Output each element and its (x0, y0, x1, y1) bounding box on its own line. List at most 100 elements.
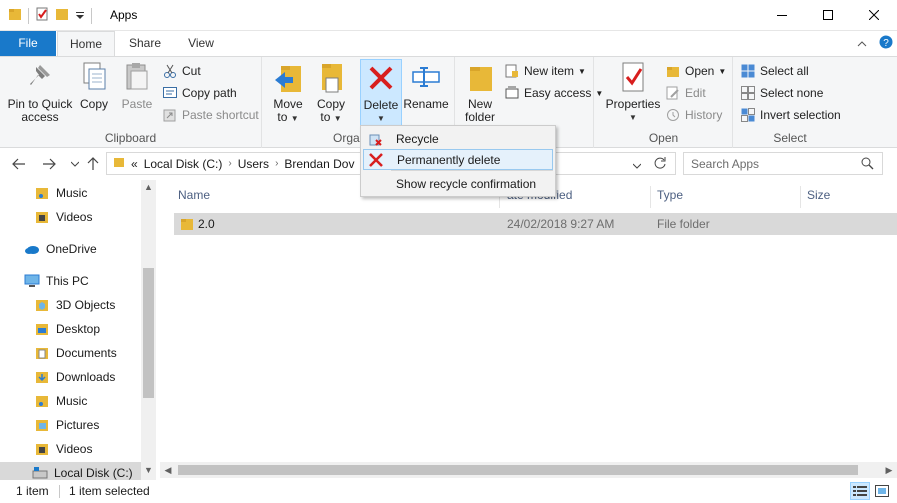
search-input[interactable]: Search Apps (683, 152, 883, 175)
menu-item-show-recycle-confirmation[interactable]: Show recycle confirmation (363, 173, 553, 194)
copy-icon (78, 59, 110, 95)
nav-item-this-pc[interactable]: This PC (24, 270, 89, 292)
rename-button[interactable]: Rename (403, 59, 449, 111)
nav-item-onedrive[interactable]: OneDrive (24, 238, 97, 260)
svg-text:?: ? (883, 38, 889, 49)
copy-to-icon (315, 59, 347, 95)
downloads-folder-icon (34, 369, 50, 385)
large-icons-view-icon (875, 485, 889, 497)
scroll-right-icon[interactable]: ▶ (881, 462, 897, 478)
scroll-left-icon[interactable]: ◀ (160, 462, 176, 478)
new-folder-button[interactable]: New folder (460, 59, 500, 124)
invert-selection-button[interactable]: Invert selection (740, 107, 841, 123)
copy-path-button[interactable]: Copy path (162, 85, 237, 101)
new-folder-quick-icon[interactable] (55, 7, 69, 24)
menu-item-recycle[interactable]: Recycle (363, 128, 553, 149)
customize-toolbar-icon[interactable] (75, 9, 85, 23)
scrollbar-thumb[interactable] (178, 465, 858, 475)
move-to-button[interactable]: Move to ▼ (269, 59, 307, 125)
folder-icon (113, 156, 125, 171)
table-row[interactable]: 2.0 24/02/2018 9:27 AM File folder (174, 213, 897, 235)
new-item-button[interactable]: New item ▼ (504, 63, 586, 79)
nav-item-videos[interactable]: Videos (34, 438, 92, 460)
refresh-icon[interactable] (653, 156, 667, 173)
tab-view[interactable]: View (175, 31, 227, 56)
edit-button[interactable]: Edit (665, 85, 706, 101)
nav-item-documents[interactable]: Documents (34, 342, 117, 364)
nav-item-3d-objects[interactable]: 3D Objects (34, 294, 115, 316)
large-icons-view-button[interactable] (872, 482, 892, 500)
select-none-icon (740, 85, 756, 101)
quick-access-toolbar (8, 7, 92, 24)
toolbar-divider (28, 7, 29, 24)
cloud-icon (24, 241, 40, 257)
back-button[interactable] (10, 155, 28, 173)
nav-item-videos[interactable]: Videos (34, 206, 92, 228)
scroll-up-icon[interactable]: ▲ (141, 180, 156, 195)
pin-icon (24, 59, 56, 95)
paste-shortcut-button[interactable]: Paste shortcut (162, 107, 259, 123)
tab-file[interactable]: File (0, 31, 56, 56)
open-button[interactable]: Open ▼ (665, 63, 726, 79)
delete-x-icon (365, 60, 397, 96)
history-button[interactable]: History (665, 107, 722, 123)
menu-item-permanently-delete[interactable]: Permanently delete (363, 149, 553, 170)
breadcrumb-item[interactable]: Local Disk (C:) (144, 157, 223, 171)
history-icon (665, 107, 681, 123)
close-button[interactable] (851, 0, 897, 30)
breadcrumb-overflow[interactable]: « (131, 157, 138, 171)
minimize-button[interactable] (759, 0, 805, 30)
drive-icon (32, 465, 48, 481)
nav-item-pictures[interactable]: Pictures (34, 414, 99, 436)
up-button[interactable] (84, 155, 102, 173)
select-all-button[interactable]: Select all (740, 63, 809, 79)
tab-share[interactable]: Share (119, 31, 171, 56)
properties-button[interactable]: Properties ▼ (603, 59, 663, 124)
column-header-size[interactable]: Size (801, 186, 891, 208)
tab-home[interactable]: Home (57, 31, 115, 57)
pictures-folder-icon (34, 417, 50, 433)
column-header-type[interactable]: Type (651, 186, 801, 208)
select-none-button[interactable]: Select none (740, 85, 823, 101)
delete-button[interactable]: Delete ▼ (360, 59, 402, 129)
paste-button[interactable]: Paste (118, 59, 156, 111)
nav-item-downloads[interactable]: Downloads (34, 366, 115, 388)
invert-selection-icon (740, 107, 756, 123)
forward-button[interactable] (40, 155, 58, 173)
maximize-button[interactable] (805, 0, 851, 30)
nav-scrollbar[interactable]: ▲ ▼ (141, 180, 156, 480)
pin-to-quick-access-button[interactable]: Pin to Quick access (6, 59, 74, 124)
help-icon[interactable]: ? (879, 35, 893, 52)
cut-button[interactable]: Cut (162, 63, 201, 79)
chevron-down-icon: ▼ (718, 66, 727, 76)
rename-icon (410, 59, 442, 95)
address-dropdown-icon[interactable] (632, 158, 642, 172)
new-folder-icon (464, 59, 496, 95)
delete-dropdown-menu: Recycle Permanently delete Show recycle … (360, 125, 556, 197)
easy-access-button[interactable]: Easy access ▼ (504, 85, 603, 101)
details-view-icon (853, 486, 867, 496)
file-list: Name ate modified Type Size 2.0 24/02/20… (160, 180, 897, 460)
minimize-icon (777, 15, 787, 16)
recent-locations-button[interactable] (66, 155, 84, 173)
3d-objects-icon (34, 297, 50, 313)
collapse-ribbon-icon[interactable] (857, 37, 867, 51)
status-divider (59, 485, 60, 498)
horizontal-scrollbar[interactable]: ◀ ▶ (160, 462, 897, 478)
chevron-down-icon: ▼ (377, 114, 385, 123)
nav-item-music[interactable]: Music (34, 390, 87, 412)
nav-item-music[interactable]: Music (34, 182, 87, 204)
breadcrumb-item[interactable]: Brendan Dov (284, 157, 354, 171)
chevron-right-icon[interactable]: › (275, 158, 278, 169)
nav-item-desktop[interactable]: Desktop (34, 318, 100, 340)
copy-button[interactable]: Copy (76, 59, 112, 111)
scrollbar-thumb[interactable] (143, 268, 154, 398)
scroll-down-icon[interactable]: ▼ (141, 463, 156, 478)
chevron-right-icon[interactable]: › (228, 158, 231, 169)
properties-quick-icon[interactable] (35, 7, 49, 24)
details-view-button[interactable] (850, 482, 870, 500)
select-group-label: Select (773, 131, 807, 145)
videos-folder-icon (34, 441, 50, 457)
breadcrumb-item[interactable]: Users (238, 157, 269, 171)
copy-to-button[interactable]: Copy to ▼ (312, 59, 350, 125)
